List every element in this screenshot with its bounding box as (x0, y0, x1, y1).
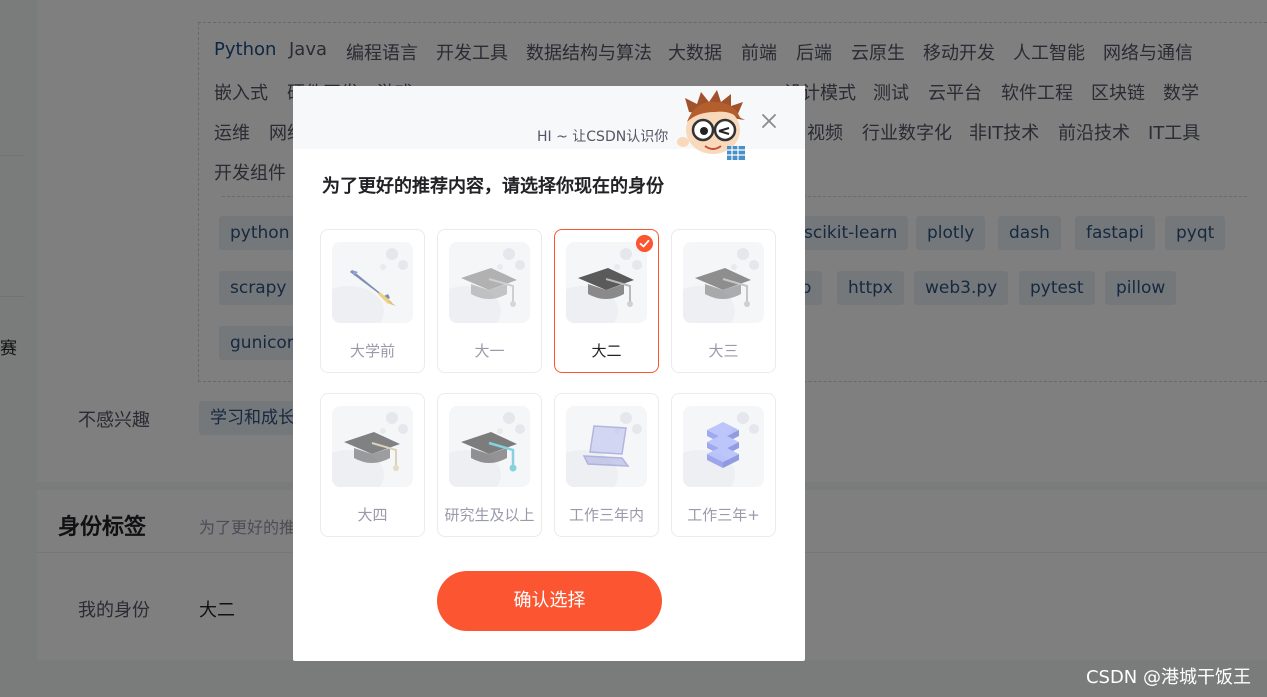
identity-option-postgraduate[interactable]: 研究生及以上 (437, 393, 542, 537)
option-label: 大二 (591, 342, 622, 360)
option-label: 工作三年内 (568, 506, 644, 524)
graduation-cap-icon (461, 432, 517, 472)
server-stack-icon (707, 422, 739, 468)
option-label: 大四 (357, 506, 388, 524)
identity-select-modal: HI ~ 让CSDN认识你 为了更好的推荐内容，请选择你现在的身份 大学前 大一… (293, 86, 805, 661)
identity-option-year-1[interactable]: 大一 (437, 229, 542, 373)
graduation-cap-icon (344, 432, 400, 471)
mascot-icon (677, 90, 745, 160)
greeting-text: HI ~ 让CSDN认识你 (537, 129, 669, 145)
option-image (449, 406, 530, 487)
option-label: 大学前 (349, 342, 395, 360)
graduation-cap-icon (461, 268, 517, 307)
option-image (683, 406, 764, 487)
identity-option-year-3[interactable]: 大三 (671, 229, 776, 373)
option-image (683, 242, 764, 323)
graduation-cap-icon (578, 268, 634, 307)
option-image (566, 406, 647, 487)
identity-option-year-4[interactable]: 大四 (320, 393, 425, 537)
close-icon[interactable] (759, 111, 779, 131)
identity-option-work-over-3-years[interactable]: 工作三年+ (671, 393, 776, 537)
confirm-button[interactable]: 确认选择 (437, 571, 662, 631)
graduation-cap-icon (695, 268, 751, 307)
option-label: 大三 (708, 342, 739, 360)
option-label: 研究生及以上 (444, 506, 535, 524)
option-label: 工作三年+ (687, 506, 760, 524)
option-label: 大一 (474, 342, 505, 360)
option-image (566, 242, 647, 323)
identity-option-year-2[interactable]: 大二 (554, 229, 659, 373)
watermark: CSDN @港城干饭王 (1085, 667, 1251, 688)
identity-option-work-under-3-years[interactable]: 工作三年内 (554, 393, 659, 537)
option-image (449, 242, 530, 323)
laptop-icon (582, 425, 630, 467)
modal-title: 为了更好的推荐内容，请选择你现在的身份 (322, 176, 664, 197)
fountain-pen-icon (350, 270, 396, 306)
identity-option-before-university[interactable]: 大学前 (320, 229, 425, 373)
option-image (332, 242, 413, 323)
option-image (332, 406, 413, 487)
check-icon (636, 235, 653, 252)
